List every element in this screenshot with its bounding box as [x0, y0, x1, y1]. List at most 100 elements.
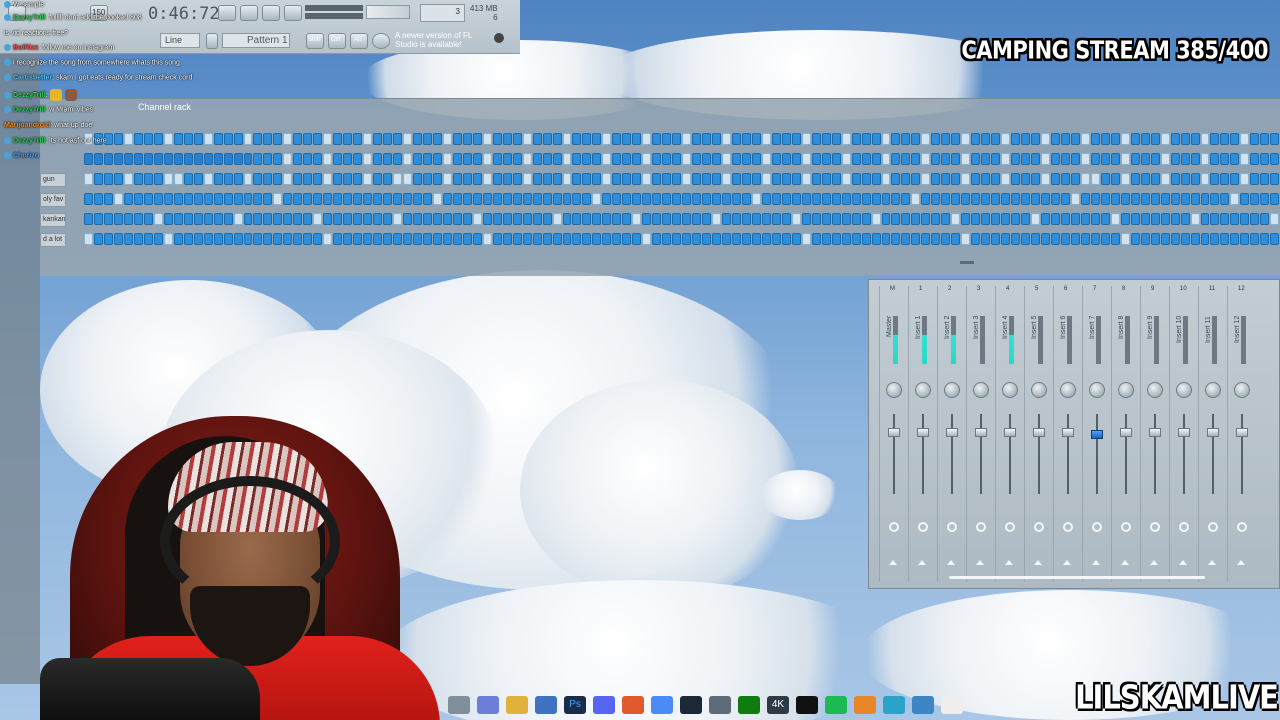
step-button[interactable] [811, 193, 821, 205]
step-button[interactable] [911, 213, 921, 225]
step-button[interactable] [901, 213, 911, 225]
step-button[interactable] [103, 173, 113, 185]
step-button[interactable] [84, 193, 93, 205]
pan-knob[interactable] [1031, 382, 1047, 398]
step-button[interactable] [652, 233, 662, 245]
step-button[interactable] [1170, 233, 1180, 245]
send-arrow-icon[interactable] [1034, 560, 1042, 565]
step-button[interactable] [313, 193, 323, 205]
step-button[interactable] [283, 233, 293, 245]
step-button[interactable] [552, 133, 562, 145]
step-button[interactable] [911, 133, 921, 145]
step-button[interactable] [253, 153, 263, 165]
step-button[interactable] [542, 153, 552, 165]
step-button[interactable] [233, 173, 243, 185]
step-button[interactable] [482, 133, 492, 145]
step-button[interactable] [642, 213, 652, 225]
step-button[interactable] [1090, 153, 1100, 165]
step-button[interactable] [622, 193, 632, 205]
step-button[interactable] [442, 153, 452, 165]
step-button[interactable] [1210, 173, 1220, 185]
step-button[interactable] [612, 173, 622, 185]
step-button[interactable] [93, 173, 103, 185]
step-button[interactable] [941, 213, 951, 225]
step-button[interactable] [871, 233, 881, 245]
pan-knob[interactable] [973, 382, 989, 398]
step-button[interactable] [921, 173, 931, 185]
step-button[interactable] [432, 213, 442, 225]
step-button[interactable] [881, 153, 891, 165]
step-button[interactable] [562, 213, 572, 225]
send-arrow-icon[interactable] [918, 560, 926, 565]
step-button[interactable] [602, 233, 612, 245]
step-button[interactable] [542, 133, 552, 145]
step-button[interactable] [313, 133, 323, 145]
step-button[interactable] [791, 193, 801, 205]
step-button[interactable] [652, 133, 662, 145]
step-button[interactable] [1270, 233, 1280, 245]
step-button[interactable] [622, 213, 632, 225]
step-button[interactable] [572, 233, 582, 245]
step-button[interactable] [712, 213, 721, 225]
step-button[interactable] [502, 193, 512, 205]
step-button[interactable] [1060, 173, 1070, 185]
step-button[interactable] [1060, 133, 1070, 145]
step-button[interactable] [393, 213, 402, 225]
step-button[interactable] [991, 153, 1001, 165]
step-button[interactable] [981, 173, 991, 185]
pan-knob[interactable] [1147, 382, 1163, 398]
step-button[interactable] [84, 173, 93, 185]
step-button[interactable] [1140, 233, 1150, 245]
step-button[interactable] [771, 173, 781, 185]
step-button[interactable] [971, 233, 981, 245]
loop-button[interactable] [262, 5, 280, 21]
step-button[interactable] [931, 133, 941, 145]
step-button[interactable] [1050, 193, 1060, 205]
step-button[interactable] [861, 153, 871, 165]
step-button[interactable] [173, 153, 183, 165]
step-button[interactable] [293, 173, 303, 185]
route-icon[interactable] [1150, 522, 1160, 532]
step-button[interactable] [373, 233, 383, 245]
mixer-strip[interactable]: M Master [879, 286, 907, 582]
step-button[interactable] [1150, 153, 1160, 165]
step-button[interactable] [951, 153, 961, 165]
step-button[interactable] [991, 213, 1001, 225]
step-button[interactable] [1080, 153, 1090, 165]
step-button[interactable] [672, 213, 682, 225]
step-button[interactable] [931, 233, 941, 245]
step-button[interactable] [263, 193, 273, 205]
step-button[interactable] [233, 233, 243, 245]
step-button[interactable] [283, 193, 293, 205]
step-button[interactable] [193, 233, 203, 245]
step-button[interactable] [682, 233, 692, 245]
step-button[interactable] [1270, 173, 1280, 185]
step-button[interactable] [1260, 193, 1270, 205]
step-button[interactable] [761, 233, 771, 245]
step-button[interactable] [831, 153, 841, 165]
step-button[interactable] [243, 233, 253, 245]
step-button[interactable] [891, 233, 901, 245]
step-button[interactable] [422, 193, 432, 205]
step-button[interactable] [472, 133, 482, 145]
step-button[interactable] [173, 233, 183, 245]
step-button[interactable] [582, 193, 592, 205]
step-button[interactable] [991, 133, 1001, 145]
step-button[interactable] [692, 153, 702, 165]
step-button[interactable] [622, 233, 632, 245]
step-button[interactable] [383, 213, 393, 225]
step-button[interactable] [502, 153, 512, 165]
step-button[interactable] [632, 193, 642, 205]
alt-button[interactable]: Alt [350, 33, 368, 49]
step-button[interactable] [1080, 193, 1090, 205]
step-button[interactable] [343, 193, 353, 205]
step-button[interactable] [622, 173, 632, 185]
step-button[interactable] [1130, 153, 1140, 165]
step-button[interactable] [951, 193, 961, 205]
step-button[interactable] [1160, 173, 1170, 185]
step-button[interactable] [672, 173, 682, 185]
online-icon[interactable] [372, 33, 390, 49]
step-button[interactable] [1070, 133, 1080, 145]
step-button[interactable] [233, 153, 243, 165]
step-button[interactable] [741, 233, 751, 245]
